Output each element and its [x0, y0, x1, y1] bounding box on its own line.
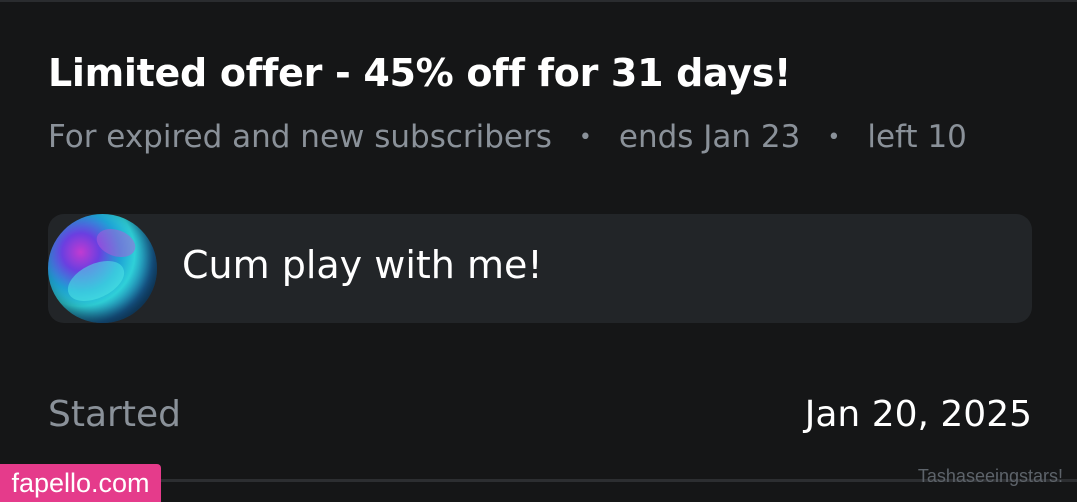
site-watermark: fapello.com: [0, 464, 161, 502]
started-date: Jan 20, 2025: [804, 394, 1032, 435]
promo-message-text: Cum play with me!: [182, 243, 543, 287]
username-watermark: Tashaseeingstars!: [917, 466, 1063, 486]
offer-title: Limited offer - 45% off for 31 days!: [48, 51, 792, 95]
offer-remaining-count: left 10: [867, 119, 967, 155]
promo-message: Cum play with me!: [48, 214, 1032, 323]
offer-audience: For expired and new subscribers: [48, 119, 552, 155]
promo-offer-card: Limited offer - 45% off for 31 days! For…: [0, 0, 1077, 480]
separator-dot: •: [578, 124, 592, 150]
avatar[interactable]: [48, 214, 157, 323]
started-label: Started: [48, 394, 181, 435]
offer-meta: For expired and new subscribers • ends J…: [48, 119, 967, 155]
separator-dot: •: [827, 124, 841, 150]
started-row: Started Jan 20, 2025: [48, 394, 1032, 444]
offer-end-date: ends Jan 23: [618, 119, 801, 155]
bottom-divider: [0, 479, 1077, 482]
